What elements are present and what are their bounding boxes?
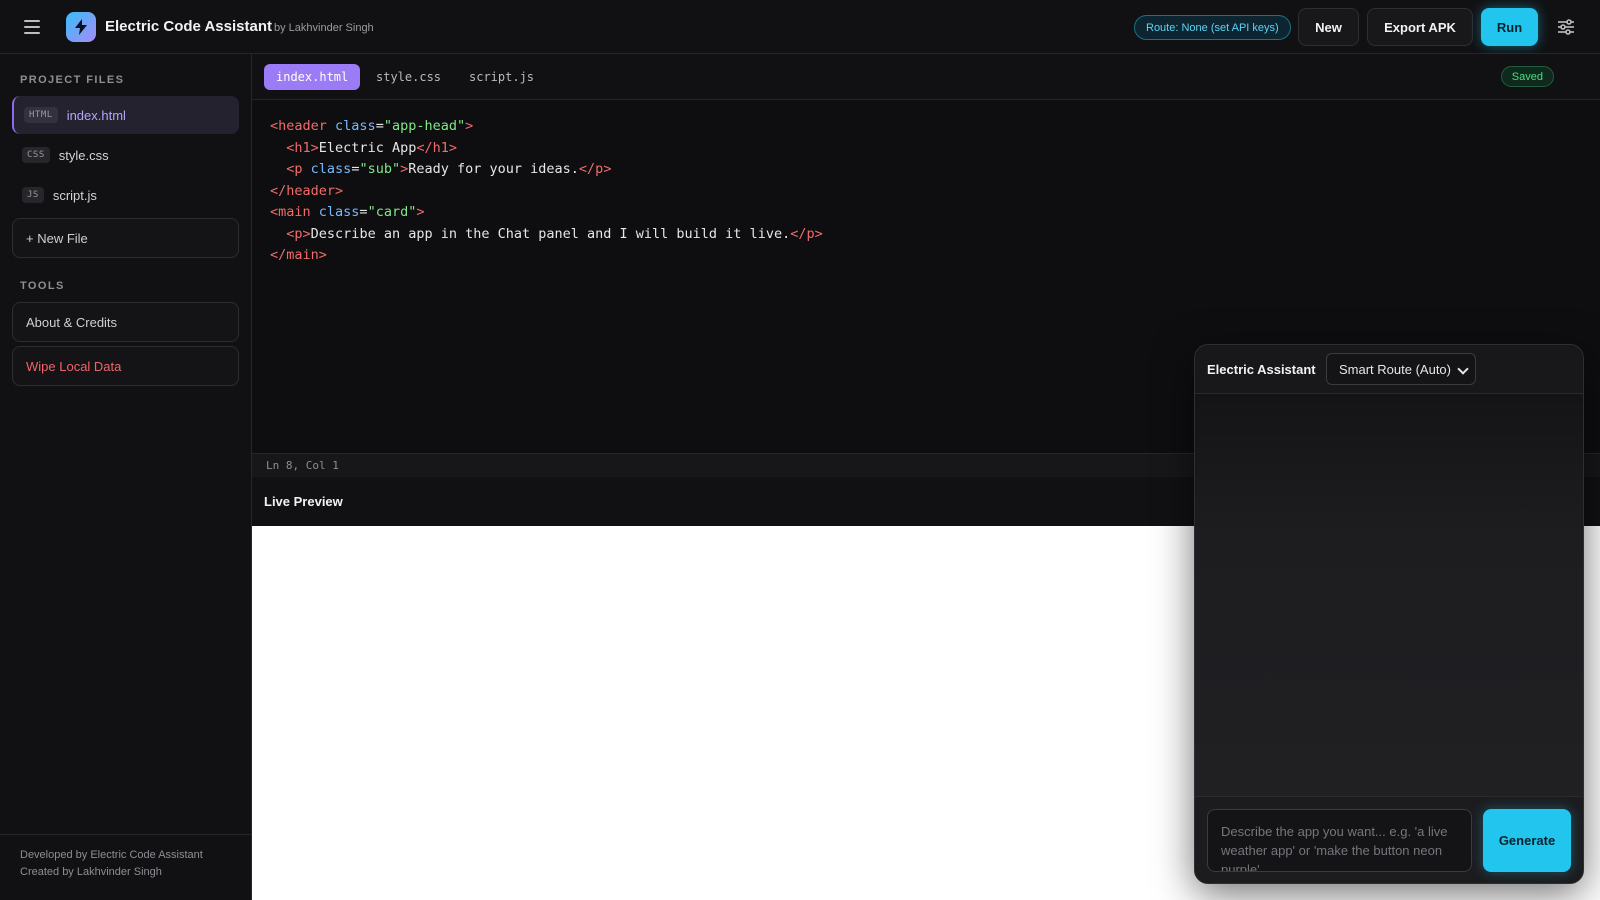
- chat-header: Electric Assistant Smart Route (Auto): [1195, 345, 1583, 394]
- new-file-button[interactable]: + New File: [12, 218, 239, 258]
- code-line: <h1>Electric App</h1>: [286, 139, 457, 156]
- cursor-position: Ln 8, Col 1: [266, 459, 339, 472]
- project-files-heading: PROJECT FILES: [20, 74, 125, 86]
- tab-script-js[interactable]: script.js: [457, 64, 546, 90]
- file-name: style.css: [58, 147, 109, 163]
- code-line: </header>: [270, 182, 344, 199]
- tab-style-css[interactable]: style.css: [364, 64, 453, 90]
- route-select-value: Smart Route (Auto): [1339, 361, 1451, 377]
- run-button[interactable]: Run: [1481, 8, 1538, 46]
- sidebar-footer: Developed by Electric Code Assistant Cre…: [0, 834, 252, 893]
- about-credits-button[interactable]: About & Credits: [12, 302, 239, 342]
- chat-messages: [1195, 394, 1583, 796]
- file-item-script-js[interactable]: JS script.js: [12, 176, 239, 214]
- wipe-local-data-button[interactable]: Wipe Local Data: [12, 346, 239, 386]
- route-status-badge: Route: None (set API keys): [1134, 15, 1291, 40]
- file-name: script.js: [52, 187, 97, 203]
- chat-composer: Describe the app you want... e.g. 'a liv…: [1195, 796, 1583, 883]
- sidebar: PROJECT FILES HTML index.html CSS style.…: [0, 54, 252, 900]
- export-apk-button[interactable]: Export APK: [1367, 8, 1473, 46]
- new-button[interactable]: New: [1298, 8, 1359, 46]
- file-item-style-css[interactable]: CSS style.css: [12, 136, 239, 174]
- file-type-tag: HTML: [24, 107, 58, 123]
- top-bar: Electric Code Assistant by Lakhvinder Si…: [0, 0, 1600, 54]
- file-type-tag: CSS: [22, 147, 50, 163]
- code-line: <p class="sub">Ready for your ideas.</p>: [286, 161, 612, 177]
- file-name: index.html: [66, 107, 126, 123]
- prompt-input[interactable]: Describe the app you want... e.g. 'a liv…: [1207, 809, 1472, 872]
- assistant-chat-panel: Electric Assistant Smart Route (Auto) De…: [1194, 344, 1584, 884]
- file-type-tag: JS: [22, 187, 44, 203]
- chevron-down-icon: [1457, 363, 1469, 375]
- editor-tab-bar: index.html style.css script.js Saved: [252, 54, 1600, 100]
- code-line: <main class="card">: [270, 204, 425, 220]
- code-line: <header class="app-head">: [270, 118, 474, 134]
- footer-developed-by: Developed by Electric Code Assistant: [20, 849, 203, 861]
- saved-status-badge: Saved: [1500, 66, 1554, 87]
- code-line: </main>: [270, 247, 327, 263]
- app-byline: by Lakhvinder Singh: [274, 22, 374, 34]
- menu-icon[interactable]: [24, 17, 44, 37]
- preview-title: Live Preview: [264, 494, 343, 509]
- tab-index-html[interactable]: index.html: [264, 64, 361, 90]
- code-line: <p>Describe an app in the Chat panel and…: [286, 225, 823, 242]
- tools-heading: TOOLS: [20, 280, 65, 292]
- settings-sliders-icon[interactable]: [1556, 17, 1576, 37]
- route-select[interactable]: Smart Route (Auto): [1326, 353, 1476, 385]
- bolt-icon: [66, 12, 96, 42]
- file-item-index-html[interactable]: HTML index.html: [12, 96, 239, 134]
- footer-created-by: Created by Lakhvinder Singh: [20, 866, 162, 878]
- app-title: Electric Code Assistant: [105, 18, 272, 35]
- generate-button[interactable]: Generate: [1483, 809, 1571, 872]
- chat-title: Electric Assistant: [1207, 362, 1316, 377]
